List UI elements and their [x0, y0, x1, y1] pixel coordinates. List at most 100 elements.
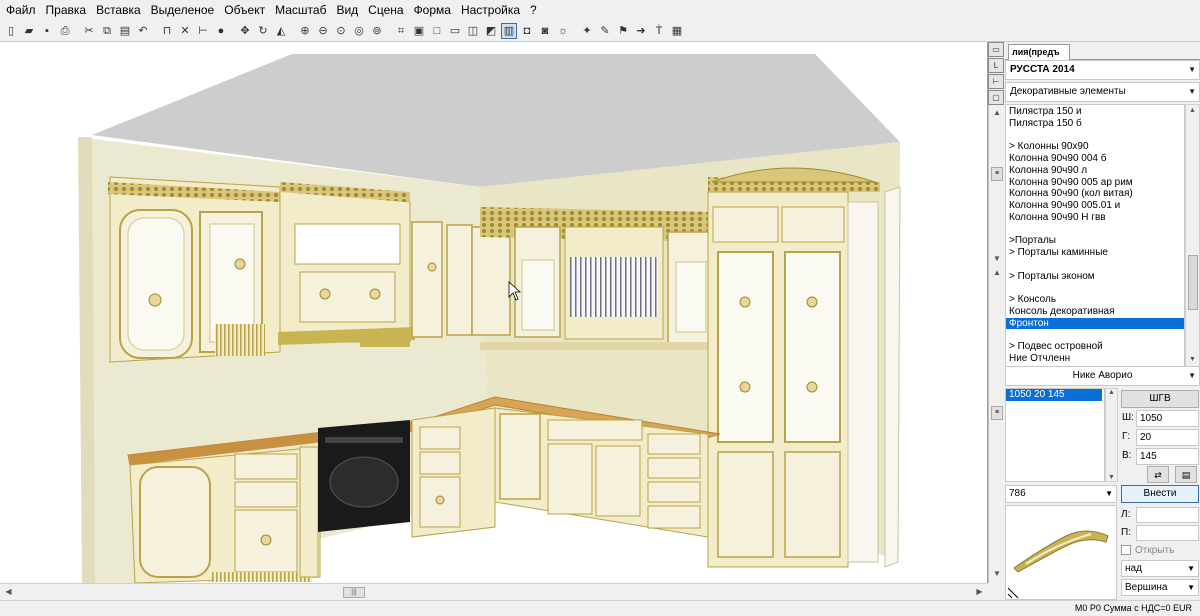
cut-icon[interactable]: ✂	[81, 23, 97, 39]
catalog-list-item[interactable]: > Колонны 90х90	[1006, 141, 1184, 153]
category-combo[interactable]: Декоративные элементы ▼	[1005, 82, 1200, 102]
catalog-list-item[interactable]: Колонна 90ч90 (кол витая)	[1006, 188, 1184, 200]
box-icon[interactable]: ▭	[447, 23, 463, 39]
material-combo[interactable]: Нике Аворио ▼	[1005, 366, 1200, 386]
viewport-vertical-scrollbar[interactable]: ▲ ≡ ▼ ▲ ≡ ▼	[988, 42, 1005, 583]
catalog-combo[interactable]: РУССТА 2014 ▼	[1005, 60, 1200, 80]
zoom-in-icon[interactable]: ⊕	[297, 23, 313, 39]
catalog-list-item[interactable]: Фронтон	[1006, 317, 1184, 330]
camera-icon[interactable]: ◘	[519, 23, 535, 39]
catalog-item-list[interactable]: Пилястра 150 и Пилястра 150 б > Колонны 90…	[1005, 104, 1185, 367]
catalog-list-item[interactable]: Пилястра 150 б	[1006, 118, 1184, 130]
side-tab-1[interactable]: ▭	[988, 42, 1004, 57]
size-list-item[interactable]: 1050 20 145	[1006, 389, 1102, 401]
menu-item-4[interactable]: Объект	[220, 0, 271, 20]
catalog-list-item[interactable]: Колонна 90ч90 005.01 и	[1006, 200, 1184, 212]
catalog-list-item[interactable]	[1006, 282, 1184, 294]
menu-item-3[interactable]: Выделеное	[147, 0, 221, 20]
size-list-scrollbar[interactable]: ▲ ▼	[1105, 388, 1118, 482]
catalog-list-item[interactable]	[1006, 259, 1184, 271]
catalog-scroll-thumb[interactable]	[1188, 255, 1198, 310]
catalog-scrollbar[interactable]: ▲ ▼	[1185, 104, 1200, 367]
move-icon[interactable]: ✥	[237, 23, 253, 39]
catalog-list-item[interactable]: Колонна 90ч90 004 б	[1006, 153, 1184, 165]
cube-icon[interactable]: ◫	[465, 23, 481, 39]
text-icon[interactable]: Ṫ	[651, 23, 667, 39]
scroll-down-arrow-icon[interactable]: ▼	[989, 252, 1005, 266]
insert-button[interactable]: Внести	[1121, 485, 1199, 503]
l-field[interactable]	[1136, 507, 1199, 523]
render-icon[interactable]: ◩	[483, 23, 499, 39]
new-icon[interactable]: ▯	[3, 23, 19, 39]
info-icon[interactable]: ●	[213, 23, 229, 39]
menu-item-9[interactable]: Настройка	[457, 0, 526, 20]
catalog-list-item[interactable]: > Консоль	[1006, 294, 1184, 306]
front-view-icon[interactable]: ▣	[411, 23, 427, 39]
scroll-down-arrow-2-icon[interactable]: ▼	[989, 567, 1005, 581]
walk-icon[interactable]: ➜	[633, 23, 649, 39]
p-field[interactable]	[1136, 525, 1199, 541]
side-tab-4[interactable]: ▢	[988, 90, 1004, 105]
side-tab-3[interactable]: ⊢	[988, 74, 1004, 89]
scroll-up-arrow-icon[interactable]: ▲	[989, 106, 1005, 120]
menu-item-0[interactable]: Файл	[2, 0, 42, 20]
catalog-list-item[interactable]: > Подвес островной	[1006, 341, 1184, 353]
zoom-window-icon[interactable]: ⊙	[333, 23, 349, 39]
menu-item-7[interactable]: Сцена	[364, 0, 409, 20]
scroll-up-arrow-icon[interactable]: ▲	[1186, 105, 1199, 117]
catalog-list-item[interactable]: Пилястра 150 и	[1006, 106, 1184, 118]
article-combo[interactable]: 786 ▼	[1005, 485, 1117, 503]
swap-icon[interactable]: ⇄	[1147, 466, 1169, 483]
catalog-list-item[interactable]: > Порталы эконом	[1006, 271, 1184, 283]
shaded-icon[interactable]: ▥	[501, 22, 517, 39]
scroll-up-arrow-icon[interactable]: ▲	[1106, 389, 1117, 396]
open-icon[interactable]: ▰	[21, 23, 37, 39]
zoom-out-icon[interactable]: ⊖	[315, 23, 331, 39]
pin-icon[interactable]: ✕	[177, 23, 193, 39]
width-field[interactable]: 1050	[1136, 410, 1199, 427]
catalog-list-item[interactable]	[1006, 130, 1184, 142]
dimensions-icon[interactable]: ▤	[1175, 466, 1197, 483]
menu-item-10[interactable]: ?	[526, 0, 543, 20]
photo-icon[interactable]: ◙	[537, 23, 553, 39]
vertical-scroll-thumb[interactable]: ≡	[991, 167, 1003, 181]
paste-icon[interactable]: ▤	[117, 23, 133, 39]
print-icon[interactable]: ⎙	[57, 23, 73, 39]
catalog-list-item[interactable]	[1006, 329, 1184, 341]
undo-icon[interactable]: ↶	[135, 23, 151, 39]
mirror-icon[interactable]: ◭	[273, 23, 289, 39]
scroll-up-arrow-2-icon[interactable]: ▲	[989, 266, 1005, 280]
catalog-list-item[interactable]: Колонна 90ч90 005 ар рим	[1006, 177, 1184, 189]
zoom-prev-icon[interactable]: ⊚	[369, 23, 385, 39]
catalog-list-item[interactable]: Ние Отчленн	[1006, 353, 1184, 365]
scroll-down-arrow-icon[interactable]: ▼	[1106, 474, 1117, 481]
3d-viewport[interactable]	[0, 42, 988, 583]
catalog-list-item[interactable]: Консоль декоративная	[1006, 306, 1184, 318]
open-checkbox[interactable]	[1121, 545, 1131, 555]
save-icon[interactable]: ▪	[39, 23, 55, 39]
rotate-icon[interactable]: ↻	[255, 23, 271, 39]
menu-item-6[interactable]: Вид	[332, 0, 364, 20]
menu-item-1[interactable]: Правка	[42, 0, 93, 20]
snap-icon[interactable]: ⊓	[159, 23, 175, 39]
menu-item-2[interactable]: Вставка	[92, 0, 147, 20]
copy-icon[interactable]: ⧉	[99, 23, 115, 39]
height-field[interactable]: 145	[1136, 448, 1199, 465]
wireframe-icon[interactable]: □	[429, 23, 445, 39]
horizontal-scroll-thumb[interactable]: |||	[343, 587, 365, 598]
catalog-list-item[interactable]: Колонна 90ч90 л	[1006, 165, 1184, 177]
scroll-down-arrow-icon[interactable]: ▼	[1186, 354, 1199, 366]
scroll-right-arrow-icon[interactable]: ▶	[971, 584, 988, 600]
side-tab-2[interactable]: L	[988, 58, 1004, 73]
zoom-all-icon[interactable]: ◎	[351, 23, 367, 39]
dimension-icon[interactable]: ⊢	[195, 23, 211, 39]
flag-icon[interactable]: ⚑	[615, 23, 631, 39]
panel-tab-active[interactable]: лия(предъ	[1008, 44, 1070, 61]
menu-item-8[interactable]: Форма	[410, 0, 457, 20]
size-list[interactable]: 1050 20 145	[1005, 388, 1105, 482]
anchor-combo[interactable]: Вершина ▼	[1121, 579, 1199, 596]
wand-icon[interactable]: ✦	[579, 23, 595, 39]
brush-icon[interactable]: ✎	[597, 23, 613, 39]
catalog-list-item[interactable]	[1006, 224, 1184, 236]
light-icon[interactable]: ☼	[555, 23, 571, 39]
